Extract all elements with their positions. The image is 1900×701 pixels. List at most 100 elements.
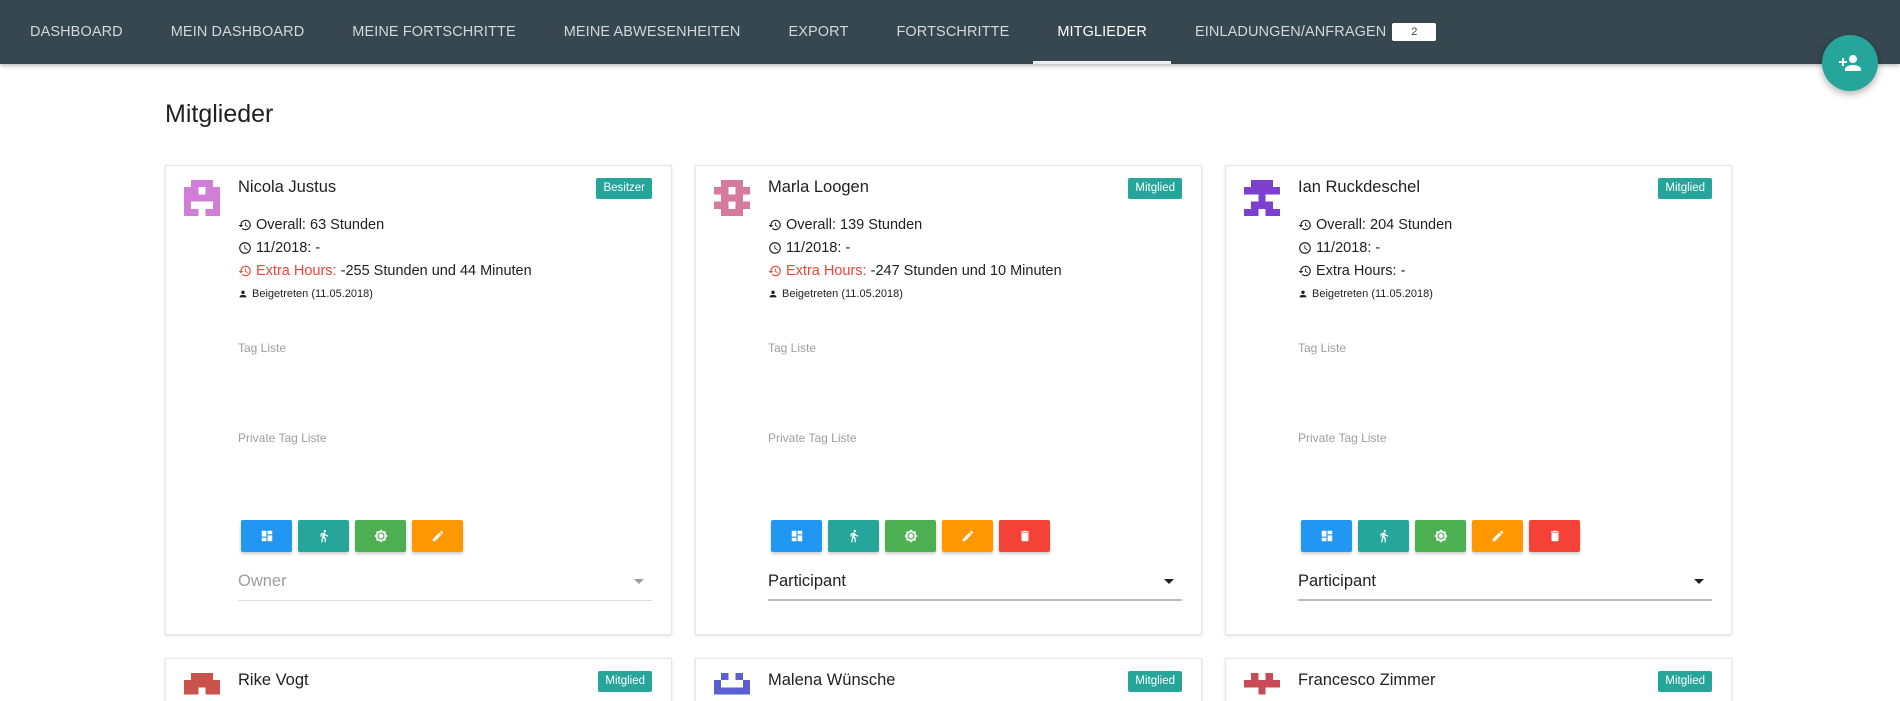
month-hours: 11/2018: - [768, 240, 850, 256]
member-name: Nicola Justus [238, 178, 337, 196]
month-label: 11/2018: [256, 240, 312, 256]
tab-label: EINLADUNGEN/ANFRAGEN [1194, 24, 1387, 40]
member-name: Francesco Zimmer [1298, 671, 1436, 689]
extra-hours: Extra Hours: - [1298, 263, 1405, 279]
role-select[interactable]: Owner [238, 563, 652, 601]
absence-button[interactable] [828, 520, 879, 552]
history-icon [768, 219, 781, 231]
clock-icon [1299, 242, 1311, 254]
tag-list-label: Tag Liste [1298, 341, 1347, 355]
role-badge: Mitglied [1658, 671, 1712, 692]
page-title: Mitglieder [165, 100, 274, 128]
extra-value: -255 Stunden und 44 Minuten [340, 263, 532, 279]
extra-hours: Extra Hours: -247 Stunden und 10 Minuten [768, 263, 1062, 279]
tab-export[interactable]: EXPORT [764, 0, 872, 64]
edit-icon [1492, 530, 1503, 542]
role-select[interactable]: Participant [1298, 563, 1712, 601]
add-member-button[interactable] [1822, 35, 1878, 91]
absence-button[interactable] [298, 520, 349, 552]
edit-icon [432, 530, 443, 542]
dashboard-icon [1321, 530, 1332, 542]
overall-label: Overall: [1316, 217, 1366, 233]
tab-mein-dashboard[interactable]: MEIN DASHBOARD [147, 0, 329, 64]
overall-label: Overall: [786, 217, 836, 233]
role-badge: Besitzer [596, 178, 652, 199]
tab-label: MEINE FORTSCHRITTE [352, 24, 516, 40]
month-label: 11/2018: [1316, 240, 1372, 256]
tab-meine-abwesenheiten[interactable]: MEINE ABWESENHEITEN [540, 0, 765, 64]
delete-button[interactable] [1529, 520, 1580, 552]
overall-hours: Overall: 204 Stunden [1298, 217, 1452, 233]
overall-hours: Overall: 139 Stunden [768, 217, 922, 233]
member-name: Rike Vogt [238, 671, 309, 689]
extra-value: - [1400, 263, 1406, 279]
overall-value: 63 Stunden [310, 217, 385, 233]
month-value: - [1375, 240, 1381, 256]
walk-icon [1380, 529, 1388, 543]
tag-list-label: Tag Liste [238, 341, 287, 355]
dashboard-button[interactable] [241, 520, 292, 552]
joined-text: Beigetreten (11.05.2018) [252, 288, 373, 300]
role-select-value: Participant [1298, 571, 1376, 590]
identicon-avatar [184, 180, 220, 216]
month-value: - [315, 240, 321, 256]
dashboard-icon [791, 530, 802, 542]
person-icon [769, 290, 777, 298]
role-select-value: Participant [768, 571, 846, 590]
private-tag-list-label: Private Tag Liste [1298, 431, 1387, 445]
joined-text: Beigetreten (11.05.2018) [1312, 288, 1433, 300]
brightness-icon [1433, 529, 1448, 543]
role-badge: Mitglied [598, 671, 652, 692]
brightness-button[interactable] [1415, 520, 1466, 552]
edit-button[interactable] [412, 520, 463, 552]
private-tag-list-label: Private Tag Liste [238, 431, 327, 445]
tab-label: MITGLIEDER [1057, 24, 1147, 40]
brightness-icon [903, 529, 918, 543]
joined-date: Beigetreten (11.05.2018) [238, 288, 373, 300]
edit-button[interactable] [1472, 520, 1523, 552]
member-card: Nicola Justus Besitzer Overall: 63 Stund… [165, 165, 672, 635]
role-select[interactable]: Participant [768, 563, 1182, 601]
dashboard-button[interactable] [771, 520, 822, 552]
brightness-icon [373, 529, 388, 543]
extra-label: Extra Hours: [256, 263, 337, 279]
month-hours: 11/2018: - [238, 240, 320, 256]
tab-dashboard[interactable]: DASHBOARD [6, 0, 147, 64]
walk-icon [850, 529, 858, 543]
delete-icon [1020, 530, 1029, 542]
delete-button[interactable] [999, 520, 1050, 552]
action-buttons [771, 520, 1050, 552]
tab-fortschritte[interactable]: FORTSCHRITTE [872, 0, 1033, 64]
tab-meine-fortschritte[interactable]: MEINE FORTSCHRITTE [328, 0, 539, 64]
month-hours: 11/2018: - [1298, 240, 1380, 256]
absence-button[interactable] [1358, 520, 1409, 552]
brightness-button[interactable] [885, 520, 936, 552]
brightness-button[interactable] [355, 520, 406, 552]
month-label: 11/2018: [786, 240, 842, 256]
member-name: Ian Ruckdeschel [1298, 178, 1420, 196]
edit-icon [962, 530, 973, 542]
member-card: Rike Vogt Mitglied [165, 658, 672, 701]
role-badge: Mitglied [1128, 671, 1182, 692]
member-card: Malena Wünsche Mitglied [695, 658, 1202, 701]
action-buttons [1301, 520, 1580, 552]
member-name: Marla Loogen [768, 178, 869, 196]
overall-hours: Overall: 63 Stunden [238, 217, 384, 233]
tag-list-label: Tag Liste [768, 341, 817, 355]
identicon-avatar [714, 180, 750, 216]
caret-down-icon [634, 579, 644, 584]
joined-date: Beigetreten (11.05.2018) [1298, 288, 1433, 300]
member-card: Francesco Zimmer Mitglied [1225, 658, 1732, 701]
clock-icon [769, 242, 781, 254]
dashboard-button[interactable] [1301, 520, 1352, 552]
extra-hours: Extra Hours: -255 Stunden und 44 Minuten [238, 263, 532, 279]
tab-label: MEINE ABWESENHEITEN [563, 24, 741, 40]
person-icon [1299, 290, 1307, 298]
tab-einladungen-anfragen[interactable]: EINLADUNGEN/ANFRAGEN 2 [1171, 0, 1446, 64]
tab-mitglieder[interactable]: MITGLIEDER [1033, 0, 1171, 64]
edit-button[interactable] [942, 520, 993, 552]
joined-date: Beigetreten (11.05.2018) [768, 288, 903, 300]
extra-label: Extra Hours: [786, 263, 867, 279]
caret-down-icon [1694, 578, 1704, 584]
identicon-avatar [1244, 673, 1280, 695]
